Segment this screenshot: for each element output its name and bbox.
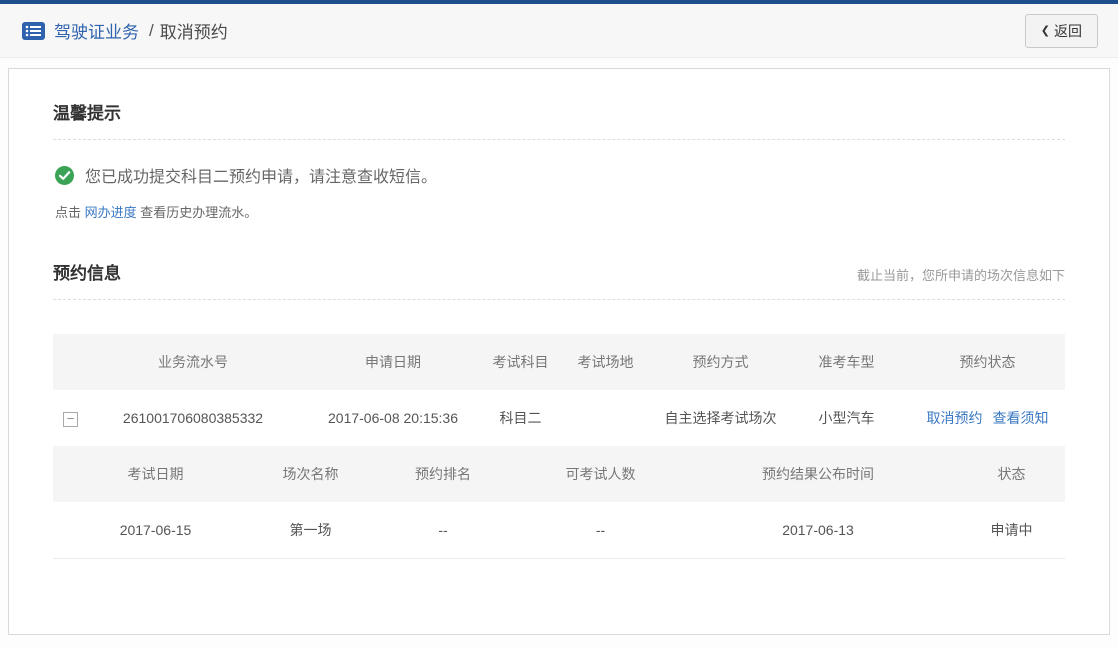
serial-cell: 261001706080385332 [88,390,298,446]
venue-cell [553,390,658,446]
apply-date-cell: 2017-06-08 20:15:36 [298,390,488,446]
breadcrumb-section[interactable]: 驾驶证业务 [54,18,139,43]
back-button-label: 返回 [1054,21,1082,41]
tips-section-header: 温馨提示 [53,99,1065,140]
col-header-status: 预约状态 [910,334,1065,390]
appointment-section-header: 预约信息 截止当前，您所申请的场次信息如下 [53,259,1065,300]
appointment-detail-table: 考试日期 场次名称 预约排名 可考试人数 预约结果公布时间 状态 2017-06… [53,446,1065,559]
col-header-session-name: 场次名称 [258,446,363,502]
subject-cell: 科目二 [488,390,553,446]
col-header-subject: 考试科目 [488,334,553,390]
view-notice-link[interactable]: 查看须知 [993,410,1049,426]
progress-line: 点击 网办进度 查看历史办理流水。 [55,202,1063,221]
breadcrumb-separator: / [149,21,154,41]
check-circle-icon [55,166,74,185]
result-time-cell: 2017-06-13 [678,502,958,558]
col-header-rank: 预约排名 [363,446,523,502]
col-header-serial: 业务流水号 [88,334,298,390]
col-header-result-time: 预约结果公布时间 [678,446,958,502]
back-button[interactable]: ❮ 返回 [1025,14,1098,48]
content-card: 温馨提示 您已成功提交科目二预约申请，请注意查收短信。 点击 网办进度 查看历史… [8,68,1110,635]
list-icon [22,22,45,40]
progress-link[interactable]: 网办进度 [85,205,137,220]
col-header-state: 状态 [958,446,1065,502]
col-header-exam-date: 考试日期 [53,446,258,502]
state-cell: 申请中 [958,502,1065,558]
success-message-text: 您已成功提交科目二预约申请，请注意查收短信。 [85,163,437,187]
expand-column-header [53,334,88,390]
progress-suffix: 查看历史办理流水。 [140,205,257,220]
success-message-row: 您已成功提交科目二预约申请，请注意查收短信。 [55,163,1063,187]
vehicle-cell: 小型汽车 [783,390,910,446]
session-name-cell: 第一场 [258,502,363,558]
col-header-venue: 考试场地 [553,334,658,390]
expand-cell: − [53,390,88,446]
detail-table-data-row: 2017-06-15 第一场 -- -- 2017-06-13 申请中 [53,502,1065,558]
capacity-cell: -- [523,502,678,558]
appointment-note: 截止当前，您所申请的场次信息如下 [857,265,1065,284]
progress-prefix: 点击 [55,205,81,220]
method-cell: 自主选择考试场次 [658,390,783,446]
cancel-appointment-link[interactable]: 取消预约 [927,410,983,426]
detail-table-header-row: 考试日期 场次名称 预约排名 可考试人数 预约结果公布时间 状态 [53,446,1065,502]
appointment-main-table: 业务流水号 申请日期 考试科目 考试场地 预约方式 准考车型 预约状态 − 26… [53,334,1065,446]
collapse-toggle-icon[interactable]: − [63,412,78,427]
tips-heading: 温馨提示 [53,99,121,124]
col-header-apply-date: 申请日期 [298,334,488,390]
breadcrumb-current: 取消预约 [160,18,228,43]
col-header-vehicle: 准考车型 [783,334,910,390]
page-header: 驾驶证业务 / 取消预约 ❮ 返回 [0,4,1118,58]
appointment-heading: 预约信息 [53,259,121,284]
exam-date-cell: 2017-06-15 [53,502,258,558]
col-header-method: 预约方式 [658,334,783,390]
back-chevron-icon: ❮ [1041,24,1050,37]
main-table-data-row: − 261001706080385332 2017-06-08 20:15:36… [53,390,1065,446]
status-cell: 取消预约查看须知 [910,390,1065,446]
col-header-capacity: 可考试人数 [523,446,678,502]
main-table-header-row: 业务流水号 申请日期 考试科目 考试场地 预约方式 准考车型 预约状态 [53,334,1065,390]
rank-cell: -- [363,502,523,558]
